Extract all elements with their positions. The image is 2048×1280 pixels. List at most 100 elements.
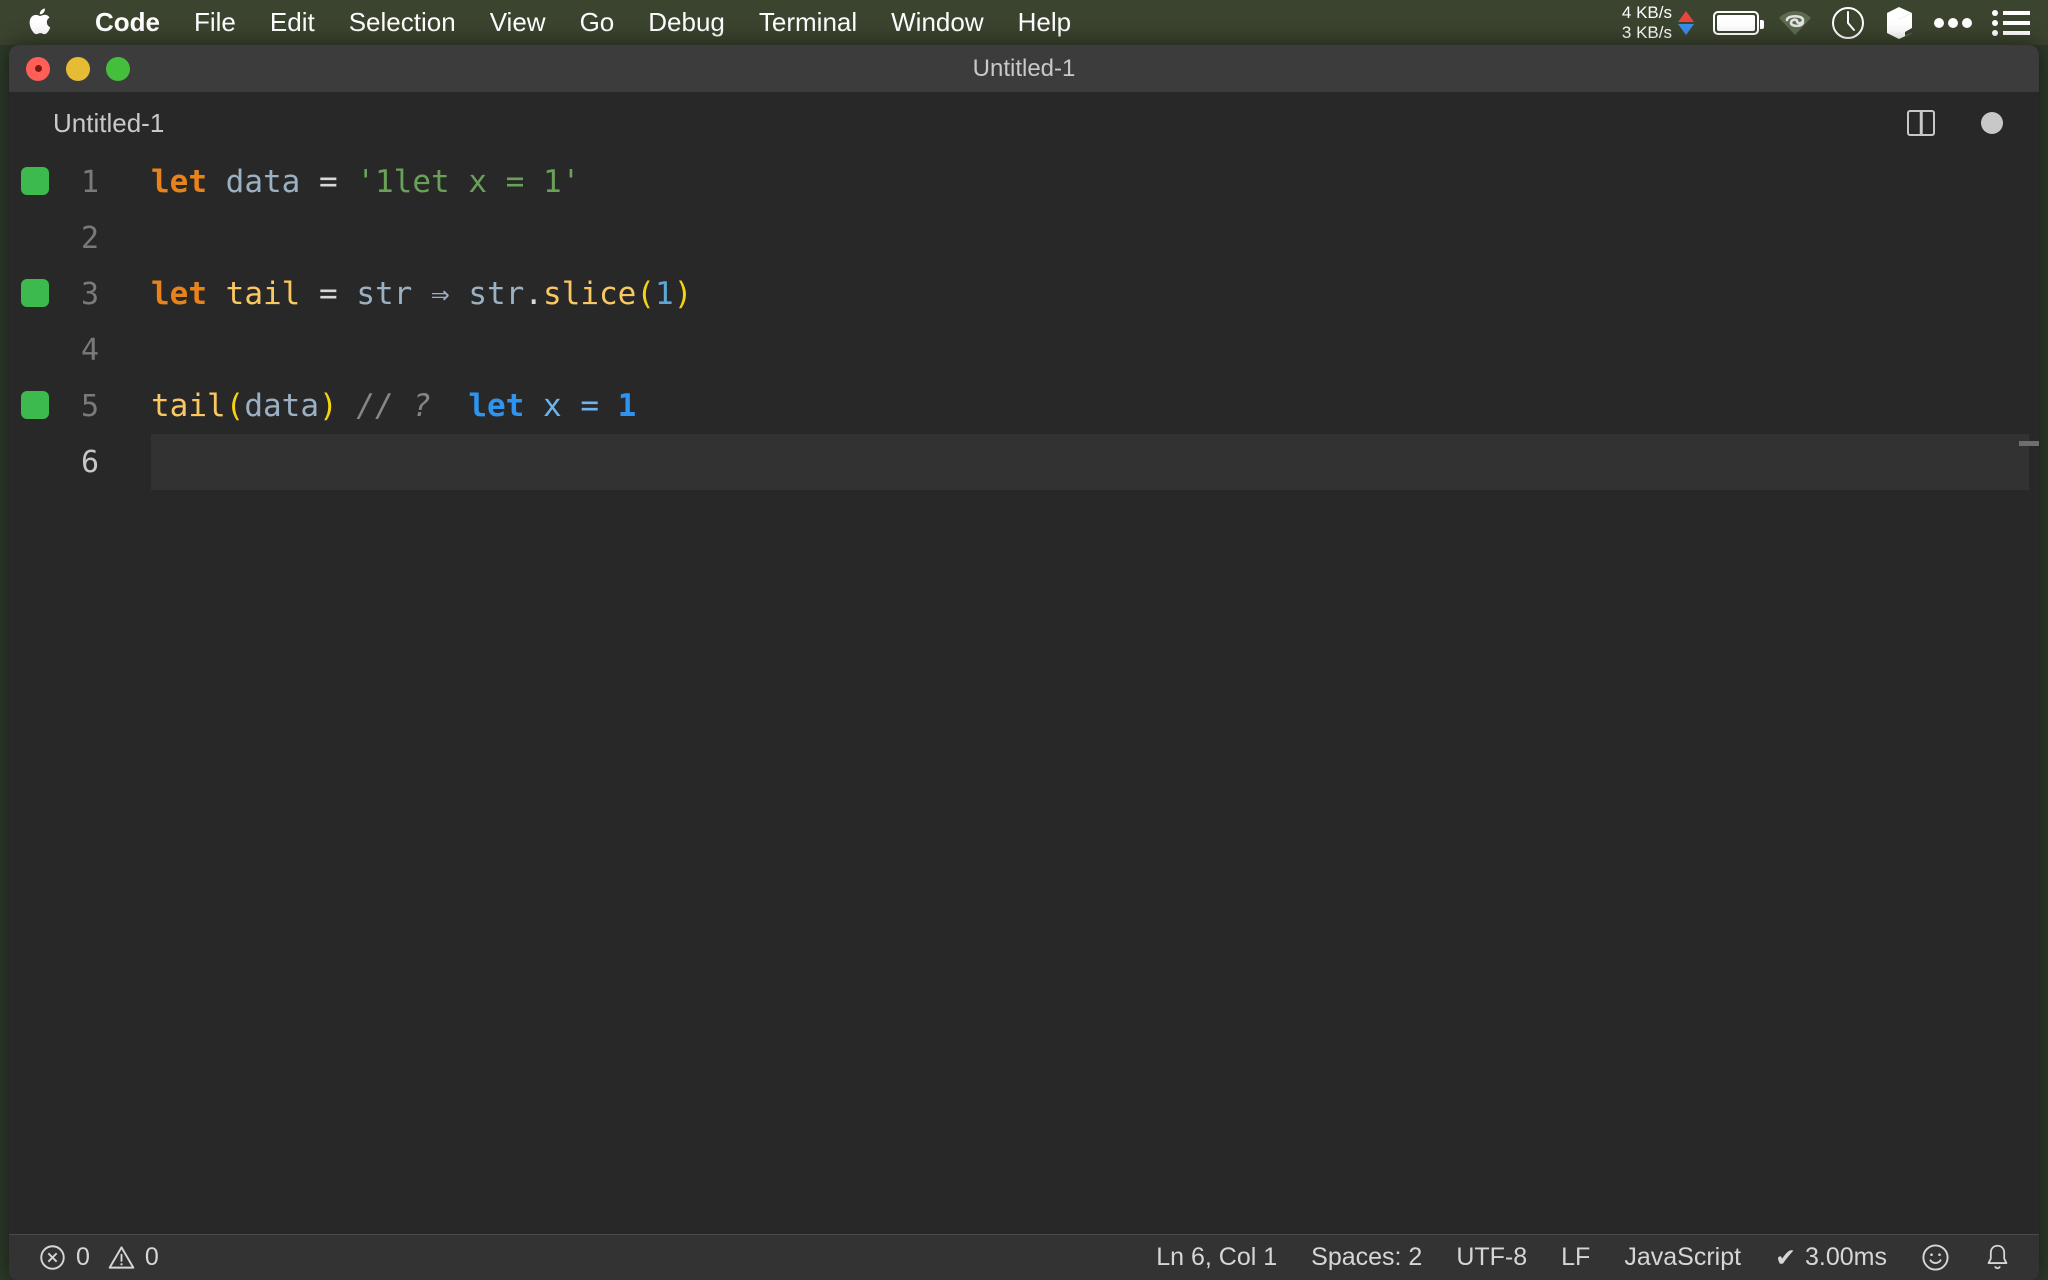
token-fn: slice — [543, 276, 637, 312]
line-number: 6 — [80, 444, 99, 480]
menu-item-edit[interactable]: Edit — [253, 0, 332, 45]
token-quokka-v: x — [542, 388, 562, 424]
cube-icon[interactable] — [1884, 6, 1914, 40]
smiley-icon[interactable] — [1921, 1243, 1950, 1272]
window-title: Untitled-1 — [972, 54, 1076, 82]
menu-item-selection[interactable]: Selection — [332, 0, 473, 45]
check-icon: ✔ — [1775, 1243, 1797, 1272]
code-line-1[interactable]: 1 let data = '1let x = 1' — [9, 154, 2039, 210]
code-editor[interactable]: 1 let data = '1let x = 1' 2 3 let tail = str… — [9, 154, 2039, 1234]
download-arrow-icon — [1678, 23, 1694, 35]
overview-ruler-marker[interactable] — [2019, 441, 2039, 446]
token-quokka: let — [468, 388, 525, 424]
warning-triangle-icon — [108, 1244, 135, 1271]
quokka-time-label: 3.00ms — [1805, 1243, 1887, 1271]
code-lines-container: 1 let data = '1let x = 1' 2 3 let tail = str… — [9, 154, 2039, 490]
indentation-status[interactable]: Spaces: 2 — [1311, 1243, 1422, 1272]
tab-untitled-1[interactable]: Untitled-1 — [53, 108, 164, 139]
menu-item-file[interactable]: File — [177, 0, 253, 45]
token-op — [450, 276, 469, 312]
macos-menu-bar: Code File Edit Selection View Go Debug T… — [0, 0, 2048, 45]
code-line-3[interactable]: 3 let tail = str ⇒ str.slice(1) — [9, 266, 2039, 322]
status-bar-left: 0 0 — [39, 1243, 183, 1272]
upload-arrow-icon — [1678, 10, 1694, 22]
problems-status[interactable]: 0 0 — [39, 1243, 159, 1272]
ellipsis-icon[interactable] — [1933, 16, 1973, 30]
menu-item-code[interactable]: Code — [78, 0, 177, 45]
line-number: 4 — [80, 332, 99, 368]
token-var: data — [244, 388, 319, 424]
language-mode-status[interactable]: JavaScript — [1624, 1243, 1741, 1272]
menu-item-debug[interactable]: Debug — [631, 0, 742, 45]
split-editor-icon[interactable] — [1907, 110, 1935, 136]
token-quokka-v: = — [580, 388, 599, 424]
token-var: str — [356, 276, 413, 312]
code-line-6[interactable]: 6 — [9, 434, 2039, 490]
token-op — [338, 164, 357, 200]
download-speed-label: 3 KB/s — [1621, 22, 1672, 42]
line-content[interactable]: let tail = str ⇒ str.slice(1) — [121, 276, 692, 312]
token-op — [431, 388, 468, 424]
menu-item-view[interactable]: View — [473, 0, 563, 45]
token-op — [412, 276, 431, 312]
quokka-status[interactable]: ✔ 3.00ms — [1775, 1243, 1887, 1273]
eol-status[interactable]: LF — [1561, 1243, 1590, 1272]
network-arrows — [1678, 10, 1694, 35]
token-quokka: 1 — [617, 388, 637, 424]
code-line-2[interactable]: 2 — [9, 210, 2039, 266]
list-menu-icon[interactable] — [1992, 9, 2030, 37]
code-line-5[interactable]: 5 tail(data) // ? let x = 1 — [9, 378, 2039, 434]
coverage-indicator[interactable] — [21, 279, 49, 307]
menu-item-help[interactable]: Help — [1001, 0, 1088, 45]
code-line-4[interactable]: 4 — [9, 322, 2039, 378]
token-var: str — [468, 276, 525, 312]
token-kw: let — [151, 164, 207, 200]
menu-item-terminal[interactable]: Terminal — [742, 0, 874, 45]
menu-item-window[interactable]: Window — [874, 0, 1000, 45]
vscode-window: Untitled-1 Untitled-1 1 let data = '1let … — [9, 45, 2039, 1280]
token-fn: tail — [225, 276, 301, 312]
status-bar: 0 0 Ln 6, Col 1 Spaces: 2 UTF-8 LF JavaS… — [9, 1234, 2039, 1280]
cursor-position-status[interactable]: Ln 6, Col 1 — [1156, 1243, 1277, 1272]
apple-logo-icon[interactable] — [26, 8, 52, 38]
token-str: '1let x = 1' — [356, 164, 581, 200]
line-content[interactable]: let data = '1let x = 1' — [121, 164, 580, 200]
menu-item-go[interactable]: Go — [563, 0, 632, 45]
coverage-indicator[interactable] — [21, 167, 49, 195]
error-circle-icon — [39, 1244, 66, 1271]
battery-icon[interactable] — [1713, 10, 1764, 35]
token-var: ⇒ — [431, 276, 450, 312]
menubar-status-icons: 4 KB/s 3 KB/s — [1603, 0, 2030, 45]
error-count: 0 — [76, 1243, 90, 1271]
upload-speed-label: 4 KB/s — [1621, 2, 1672, 22]
token-op — [562, 388, 581, 424]
warning-count: 0 — [144, 1243, 159, 1271]
window-titlebar: Untitled-1 — [9, 45, 2039, 92]
wifi-icon[interactable] — [1778, 9, 1812, 37]
token-op — [524, 388, 543, 424]
token-paren: ( — [636, 276, 656, 312]
editor-tab-bar: Untitled-1 — [9, 92, 2039, 154]
token-op: = — [319, 164, 338, 200]
clock-icon[interactable] — [1831, 6, 1865, 40]
token-num: 1 — [655, 276, 674, 312]
current-line-highlight — [151, 434, 2029, 490]
token-paren: ) — [318, 388, 338, 424]
encoding-status[interactable]: UTF-8 — [1456, 1243, 1527, 1272]
token-op — [207, 164, 226, 200]
token-paren: ( — [225, 388, 245, 424]
token-op — [300, 164, 319, 200]
unsaved-dot-icon[interactable] — [1981, 112, 2003, 134]
coverage-indicator[interactable] — [21, 391, 49, 419]
token-op — [207, 276, 226, 312]
token-op: = — [319, 276, 338, 312]
status-bar-right: Ln 6, Col 1 Spaces: 2 UTF-8 LF JavaScrip… — [1122, 1243, 2011, 1273]
token-op — [300, 276, 319, 312]
bell-icon[interactable] — [1984, 1243, 2011, 1272]
token-op — [599, 388, 618, 424]
line-content[interactable]: tail(data) // ? let x = 1 — [121, 388, 636, 424]
token-comment: // ? — [356, 388, 431, 424]
editor-actions — [1907, 92, 2013, 154]
network-speed-indicator[interactable]: 4 KB/s 3 KB/s — [1622, 3, 1694, 43]
token-kw: let — [151, 276, 207, 312]
